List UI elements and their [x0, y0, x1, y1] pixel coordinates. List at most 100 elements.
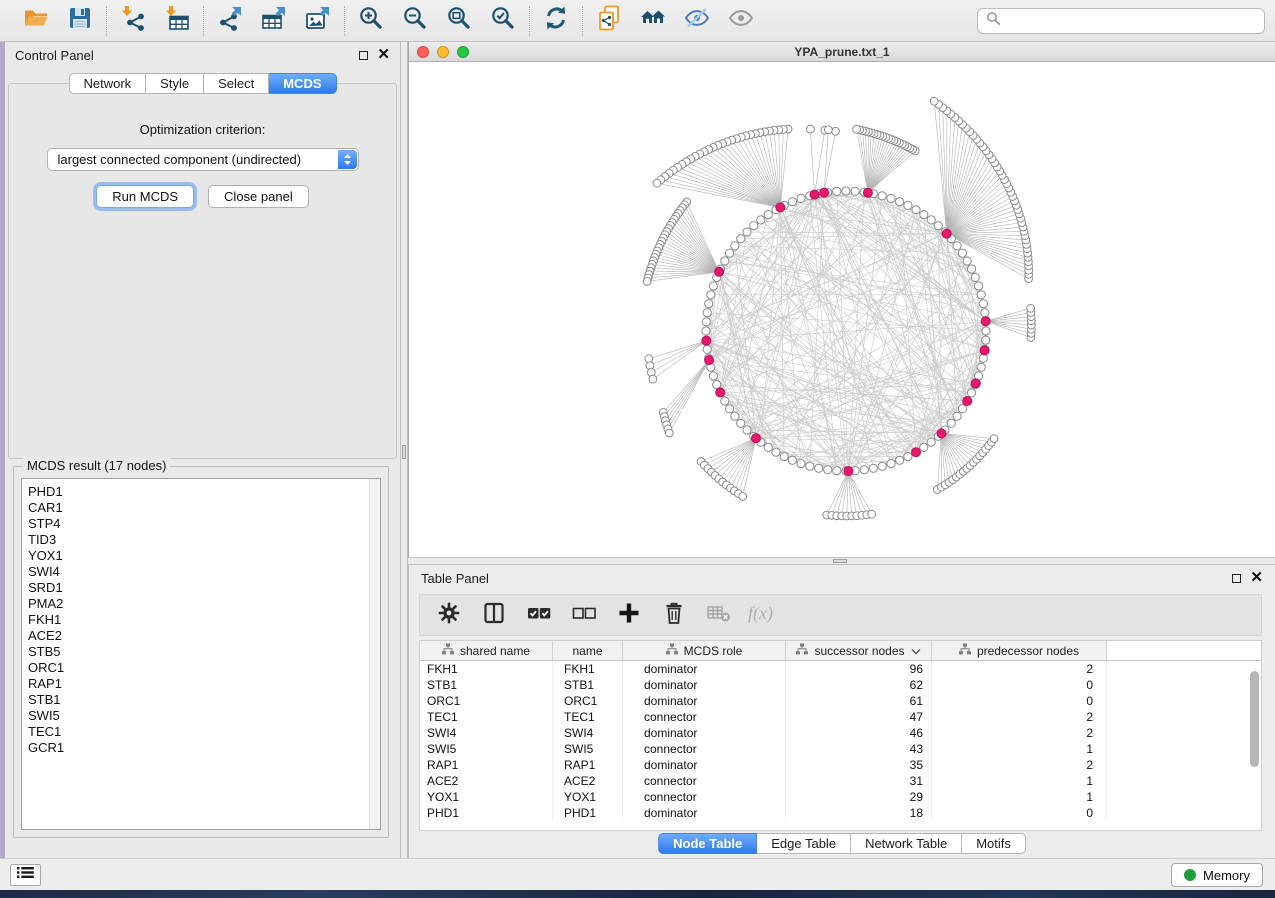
add-column-button[interactable] [615, 601, 643, 629]
mcds-list-scrollbar[interactable] [369, 479, 380, 829]
duplicate-network-button[interactable] [593, 5, 625, 37]
close-panel-icon[interactable]: ✕ [377, 50, 390, 60]
table-row[interactable]: STB1STB1dominator620 [420, 677, 1261, 693]
minimize-window-icon[interactable] [437, 46, 449, 58]
float-panel-icon[interactable] [1232, 574, 1241, 583]
zoom-selected-button[interactable] [487, 5, 519, 37]
column-header-successor-nodes[interactable]: successor nodes [786, 641, 932, 660]
toolbar-group [345, 5, 529, 37]
column-header-name[interactable]: name [553, 641, 623, 660]
table-row[interactable]: FKH1FKH1dominator962 [420, 661, 1261, 677]
tree-icon [666, 643, 678, 658]
node-table: shared namenameMCDS rolesuccessor nodesp… [419, 640, 1262, 831]
mcds-node-item[interactable]: FKH1 [28, 612, 380, 628]
table-scrollbar-thumb[interactable] [1250, 671, 1259, 767]
tab-network-table[interactable]: Network Table [851, 833, 962, 854]
zoom-out-button[interactable] [399, 5, 431, 37]
open-file-button[interactable] [20, 5, 52, 37]
mcds-node-item[interactable]: GCR1 [28, 740, 380, 756]
zoom-in-button[interactable] [355, 5, 387, 37]
mcds-node-item[interactable]: TEC1 [28, 724, 380, 740]
splitter-grip-icon[interactable] [833, 559, 847, 563]
table-row[interactable]: YOX1YOX1connector291 [420, 789, 1261, 805]
mcds-node-item[interactable]: RAP1 [28, 676, 380, 692]
refresh-view-button[interactable] [540, 5, 572, 37]
table-row[interactable]: SWI4SWI4dominator462 [420, 725, 1261, 741]
mcds-node-item[interactable]: YOX1 [28, 548, 380, 564]
mcds-node-item[interactable]: SWI4 [28, 564, 380, 580]
table-row[interactable]: RAP1RAP1dominator352 [420, 757, 1261, 773]
tab-select[interactable]: Select [204, 73, 269, 94]
tab-mcds[interactable]: MCDS [269, 73, 336, 94]
tab-edge-table[interactable]: Edge Table [757, 833, 851, 854]
export-image-button[interactable] [302, 5, 334, 37]
vertical-splitter[interactable] [400, 42, 408, 858]
mcds-node-item[interactable]: STB5 [28, 644, 380, 660]
hide-selected-button[interactable] [681, 5, 713, 37]
zoom-out-icon [402, 5, 428, 36]
sort-desc-icon [911, 644, 921, 658]
table-row[interactable]: TEC1TEC1connector472 [420, 709, 1261, 725]
network-canvas[interactable] [409, 63, 1275, 557]
refresh-view-icon [543, 5, 569, 36]
mcds-node-item[interactable]: PHD1 [28, 484, 380, 500]
column-header-MCDS-role[interactable]: MCDS role [623, 641, 786, 660]
function-builder-icon: f(x) [747, 600, 781, 631]
export-table-button[interactable] [258, 5, 290, 37]
close-panel-icon[interactable]: ✕ [1250, 573, 1263, 583]
duplicate-network-icon [596, 5, 622, 36]
settings-button[interactable] [435, 601, 463, 629]
control-panel: Control Panel ✕ NetworkStyleSelectMCDS O… [5, 42, 400, 858]
search-input[interactable] [1007, 13, 1256, 28]
mcds-node-item[interactable]: TID3 [28, 532, 380, 548]
criterion-select[interactable]: largest connected component (undirected) [47, 148, 359, 171]
show-all-button[interactable] [725, 5, 757, 37]
horizontal-splitter[interactable] [408, 557, 1275, 565]
mcds-node-item[interactable]: STB1 [28, 692, 380, 708]
mcds-result-group: MCDS result (17 nodes) PHD1CAR1STP4TID3Y… [13, 466, 389, 838]
zoom-fit-icon [446, 5, 472, 36]
import-table-button[interactable] [161, 5, 193, 37]
show-all-icon [728, 5, 754, 36]
mcds-node-item[interactable]: ACE2 [28, 628, 380, 644]
toolbar-group [204, 5, 344, 37]
save-session-button[interactable] [64, 5, 96, 37]
network-graph[interactable] [409, 63, 1275, 557]
splitter-grip-icon[interactable] [402, 445, 406, 459]
show-columns-button[interactable] [480, 601, 508, 629]
network-window: YPA_prune.txt_1 [408, 42, 1275, 557]
table-row[interactable]: ACE2ACE2connector311 [420, 773, 1261, 789]
mcds-node-item[interactable]: STP4 [28, 516, 380, 532]
select-all-button[interactable] [525, 601, 553, 629]
delete-column-button[interactable] [660, 601, 688, 629]
tab-motifs[interactable]: Motifs [962, 833, 1026, 854]
mcds-result-list[interactable]: PHD1CAR1STP4TID3YOX1SWI4SRD1PMA2FKH1ACE2… [21, 478, 381, 830]
import-network-button[interactable] [117, 5, 149, 37]
memory-button[interactable]: Memory [1171, 863, 1263, 887]
mcds-node-item[interactable]: SRD1 [28, 580, 380, 596]
open-file-icon [23, 5, 49, 36]
table-row[interactable]: ORC1ORC1dominator610 [420, 693, 1261, 709]
zoom-fit-button[interactable] [443, 5, 475, 37]
export-network-button[interactable] [214, 5, 246, 37]
search-box[interactable] [977, 8, 1265, 34]
float-panel-icon[interactable] [359, 51, 368, 60]
deselect-all-button[interactable] [570, 601, 598, 629]
mcds-node-item[interactable]: PMA2 [28, 596, 380, 612]
close-panel-button[interactable]: Close panel [208, 185, 309, 208]
tab-node-table[interactable]: Node Table [658, 833, 757, 854]
mcds-node-item[interactable]: SWI5 [28, 708, 380, 724]
first-neighbors-button[interactable] [637, 5, 669, 37]
column-header-predecessor-nodes[interactable]: predecessor nodes [932, 641, 1107, 660]
show-panels-button[interactable] [10, 864, 41, 886]
run-mcds-button[interactable]: Run MCDS [96, 185, 194, 208]
column-header-shared-name[interactable]: shared name [420, 641, 553, 660]
table-row[interactable]: SWI5SWI5connector431 [420, 741, 1261, 757]
mcds-node-item[interactable]: CAR1 [28, 500, 380, 516]
mcds-node-item[interactable]: ORC1 [28, 660, 380, 676]
tab-network[interactable]: Network [68, 73, 146, 94]
zoom-window-icon[interactable] [457, 46, 469, 58]
close-window-icon[interactable] [417, 46, 429, 58]
table-row[interactable]: PHD1PHD1dominator180 [420, 805, 1261, 821]
tab-style[interactable]: Style [146, 73, 204, 94]
